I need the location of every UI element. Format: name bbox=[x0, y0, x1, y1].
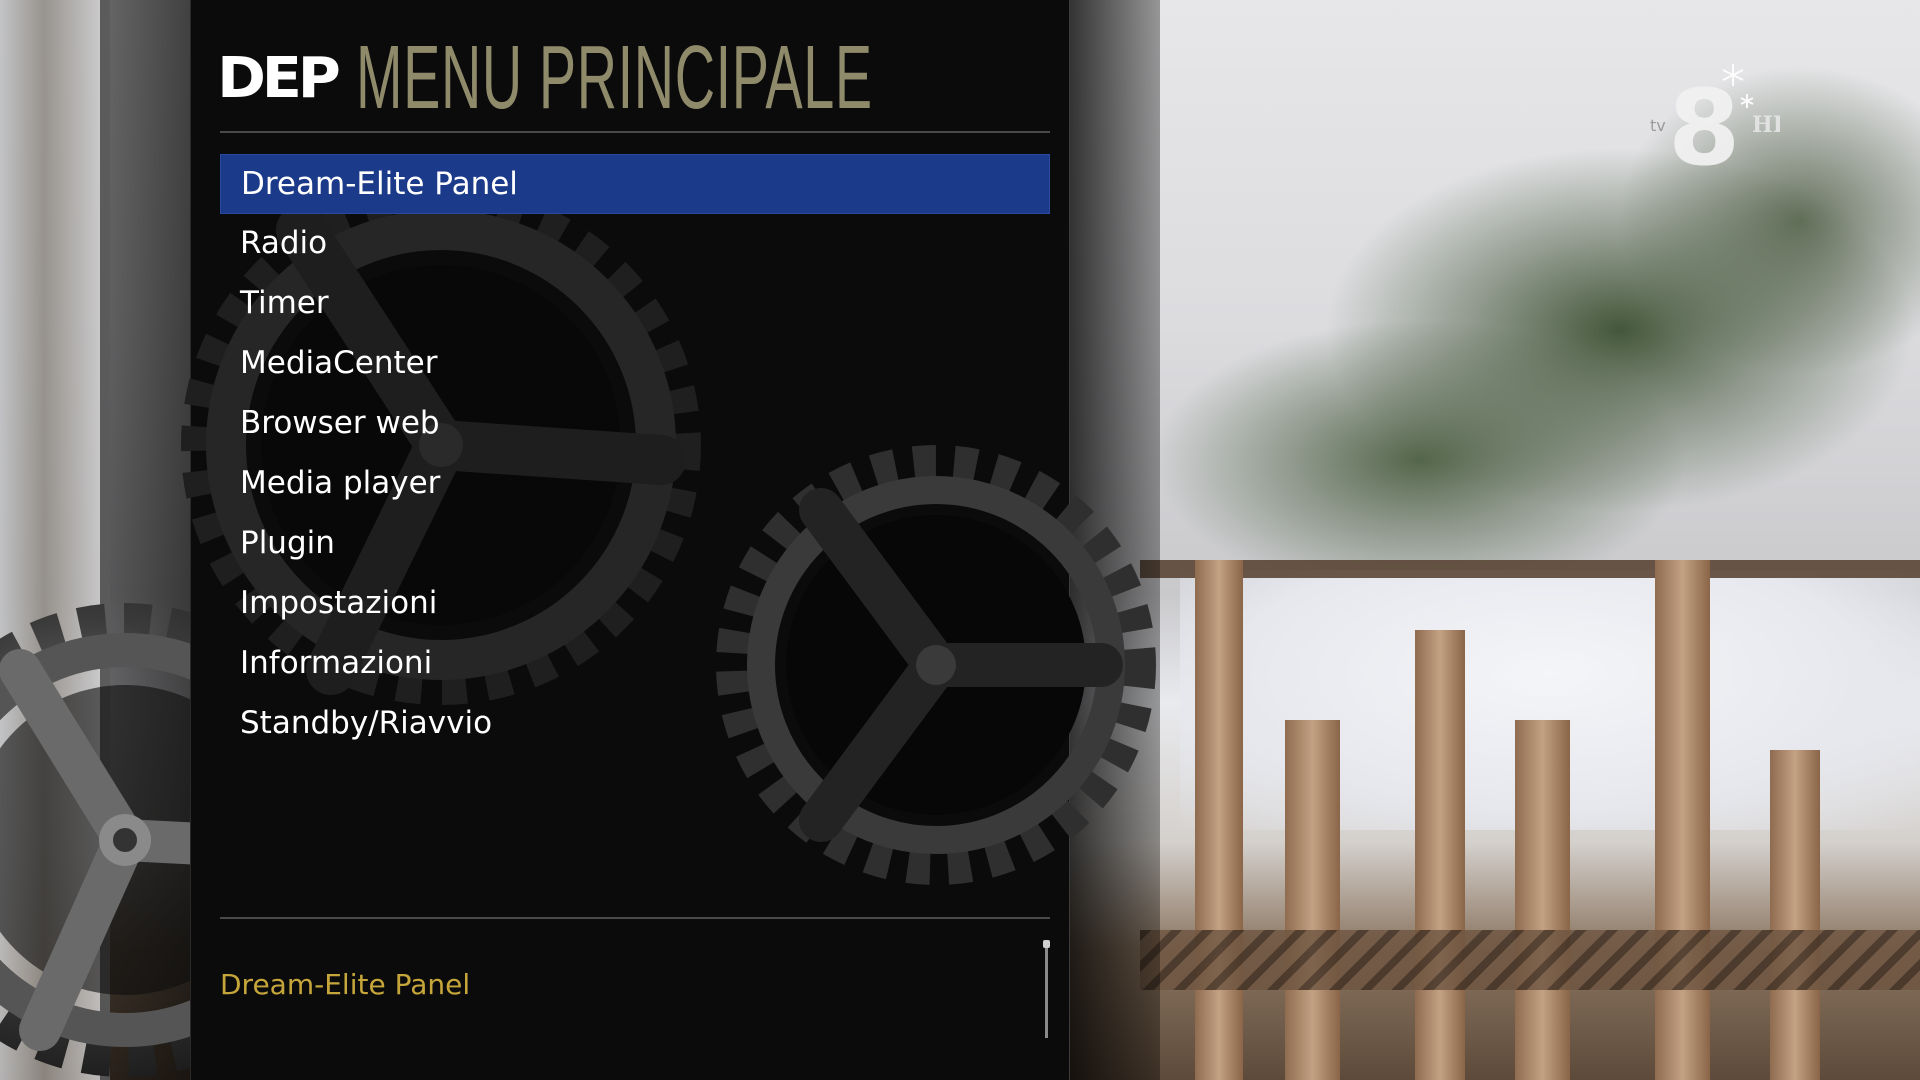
main-menu-list: Dream-Elite Panel Radio Timer MediaCente… bbox=[220, 154, 1050, 754]
scrollbar-thumb[interactable] bbox=[1043, 940, 1050, 948]
header-divider bbox=[220, 131, 1050, 133]
background-fence-post bbox=[1515, 720, 1570, 1080]
menu-item-mediacenter[interactable]: MediaCenter bbox=[220, 334, 1050, 394]
menu-item-impostazioni[interactable]: Impostazioni bbox=[220, 574, 1050, 634]
menu-item-dream-elite-panel[interactable]: Dream-Elite Panel bbox=[220, 154, 1050, 214]
background-fence-post bbox=[1655, 560, 1710, 1080]
background-fence-post bbox=[1195, 560, 1243, 1080]
page-title: MENU PRINCIPALE bbox=[355, 27, 873, 128]
menu-item-informazioni[interactable]: Informazioni bbox=[220, 634, 1050, 694]
menu-item-media-player[interactable]: Media player bbox=[220, 454, 1050, 514]
menu-header: DEP MENU PRINCIPALE bbox=[217, 27, 1050, 128]
background-fence-weave bbox=[1140, 930, 1920, 990]
selected-item-description: Dream-Elite Panel bbox=[220, 968, 471, 1001]
menu-item-timer[interactable]: Timer bbox=[220, 274, 1050, 334]
menu-item-radio[interactable]: Radio bbox=[220, 214, 1050, 274]
channel-logo: 8 tv HD bbox=[1650, 60, 1792, 189]
channel-prefix: tv bbox=[1650, 116, 1666, 135]
dep-logo: DEP bbox=[217, 45, 341, 111]
menu-item-browser-web[interactable]: Browser web bbox=[220, 394, 1050, 454]
tv-screen: 8 tv HDEP MENU PRINCIPALE Dream-Elite Pa… bbox=[0, 0, 1920, 1080]
menu-item-standby-riavvio[interactable]: Standby/Riavvio bbox=[220, 694, 1050, 754]
background-fence-post bbox=[1285, 720, 1340, 1080]
channel-number: 8 bbox=[1668, 67, 1740, 180]
background-fence-post bbox=[1415, 630, 1465, 1080]
footer-divider bbox=[220, 917, 1050, 919]
background-fence-rail bbox=[1140, 560, 1920, 578]
channel-hd-badge: HD bbox=[1752, 112, 1780, 138]
background-fence-post bbox=[1770, 750, 1820, 1080]
description-scrollbar[interactable] bbox=[1043, 940, 1050, 1038]
menu-item-plugin[interactable]: Plugin bbox=[220, 514, 1050, 574]
